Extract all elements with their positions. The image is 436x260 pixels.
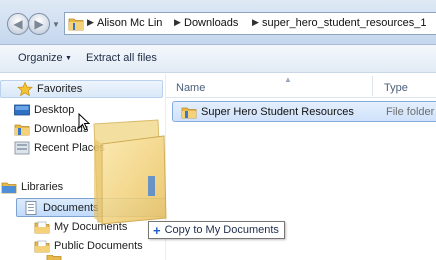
forward-button[interactable]: ▶ — [28, 13, 50, 35]
libraries-icon — [1, 182, 17, 194]
sidebar-item-public-documents[interactable]: Public Documents — [34, 237, 143, 255]
sidebar-item-libraries[interactable]: Libraries — [1, 178, 63, 196]
sidebar-item-desktop[interactable]: Desktop — [14, 101, 74, 119]
breadcrumb-item[interactable]: Downloads — [184, 17, 238, 29]
command-bar: Organize ▼ Extract all files — [0, 45, 436, 73]
extract-all-button[interactable]: Extract all files — [86, 52, 157, 64]
folder-icon — [181, 107, 197, 119]
downloads-folder-icon — [14, 124, 30, 136]
documents-folder-icon — [34, 240, 50, 253]
breadcrumb-item[interactable]: Alison Mc Lin — [97, 17, 162, 29]
column-header-row: ▲ Name Type — [166, 74, 436, 98]
sidebar-item-label: Favorites — [37, 83, 83, 95]
sidebar-item-favorites[interactable]: Favorites — [0, 80, 163, 98]
sidebar-item-partial — [46, 255, 66, 260]
breadcrumb-separator-icon[interactable]: ▶ — [252, 17, 259, 28]
column-header-name[interactable]: Name — [176, 82, 205, 94]
mouse-cursor-icon — [78, 113, 90, 131]
plus-icon: + — [153, 222, 161, 238]
file-name: Super Hero Student Resources — [201, 106, 354, 118]
recent-pages-dropdown[interactable]: ▼ — [52, 20, 62, 30]
folder-icon — [46, 255, 62, 260]
dragged-folder-icon — [93, 119, 167, 225]
documents-library-icon — [25, 200, 37, 215]
back-button[interactable]: ◀ — [7, 13, 29, 35]
file-type: File folder — [386, 106, 435, 118]
documents-folder-icon — [34, 221, 50, 234]
breadcrumb-separator-icon[interactable]: ▶ — [87, 17, 94, 28]
sidebar-item-label: Public Documents — [54, 240, 143, 252]
breadcrumb-separator-icon[interactable]: ▶ — [174, 17, 181, 28]
address-bar[interactable]: ▶ Alison Mc Lin ▶ Downloads ▶ super_hero… — [64, 12, 436, 35]
column-header-type[interactable]: Type — [384, 82, 408, 94]
organize-button[interactable]: Organize — [18, 52, 63, 64]
column-divider[interactable] — [372, 76, 373, 96]
drag-tooltip: + Copy to My Documents — [148, 221, 285, 239]
back-arrow-icon: ◀ — [13, 17, 23, 31]
forward-arrow-icon: ▶ — [34, 17, 44, 31]
sidebar-item-label: Desktop — [34, 104, 75, 116]
sidebar-item-label: Libraries — [21, 181, 64, 193]
desktop-icon — [14, 104, 30, 116]
folder-icon — [68, 18, 84, 31]
chevron-down-icon[interactable]: ▼ — [65, 55, 72, 62]
drag-tooltip-text: Copy to My Documents — [164, 224, 279, 236]
breadcrumb-item[interactable]: super_hero_student_resources_1 — [262, 17, 427, 29]
recent-places-icon — [14, 141, 30, 155]
file-row[interactable]: Super Hero Student Resources File folder — [172, 101, 436, 122]
star-icon — [17, 82, 33, 96]
sort-ascending-icon: ▲ — [284, 75, 292, 84]
address-bar-area: ◀ ▶ ▼ ▶ Alison Mc Lin ▶ Downloads ▶ supe… — [0, 0, 436, 45]
